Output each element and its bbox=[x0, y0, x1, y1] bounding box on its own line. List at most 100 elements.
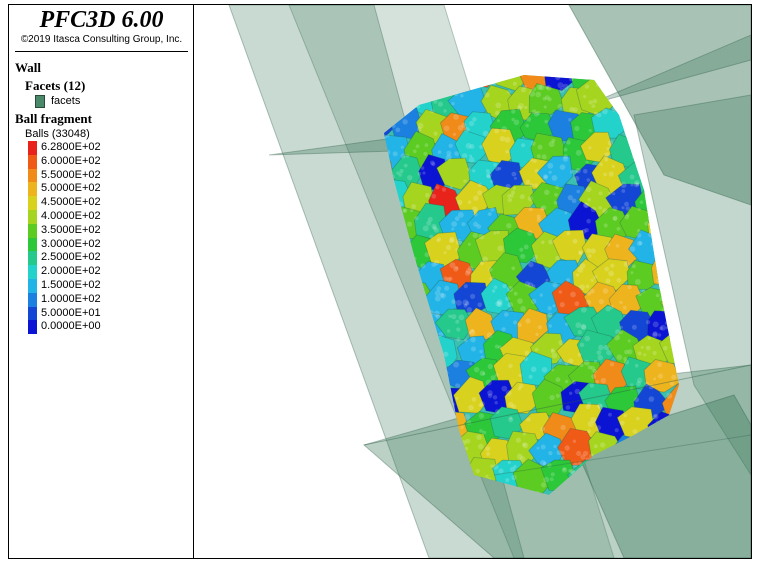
ball bbox=[451, 221, 457, 227]
ball bbox=[505, 478, 510, 483]
color-swatch bbox=[28, 292, 37, 307]
ball bbox=[603, 344, 610, 351]
ball bbox=[513, 291, 518, 296]
ball bbox=[591, 374, 596, 379]
ball bbox=[534, 111, 539, 117]
ball bbox=[570, 291, 576, 298]
ball bbox=[584, 84, 590, 89]
ball bbox=[518, 373, 522, 378]
ball bbox=[485, 379, 492, 386]
ball bbox=[557, 103, 563, 110]
ball bbox=[505, 390, 512, 396]
ball bbox=[488, 267, 493, 272]
ball bbox=[511, 266, 516, 271]
ball bbox=[643, 353, 647, 357]
ball bbox=[551, 138, 556, 143]
ball bbox=[555, 185, 560, 190]
ball bbox=[533, 159, 537, 164]
ball bbox=[596, 112, 602, 118]
facets-heading: Facets (12) bbox=[25, 78, 86, 93]
ball bbox=[479, 429, 483, 433]
ball bbox=[451, 102, 455, 106]
ball bbox=[610, 263, 615, 268]
ball bbox=[524, 350, 530, 356]
ball bbox=[486, 451, 490, 456]
ball bbox=[667, 308, 671, 313]
ball bbox=[561, 456, 565, 460]
ball bbox=[627, 285, 632, 290]
ball bbox=[671, 374, 677, 380]
ball bbox=[534, 347, 539, 352]
ball bbox=[507, 302, 514, 308]
ball bbox=[655, 293, 660, 298]
ball bbox=[579, 263, 586, 269]
ball bbox=[478, 413, 485, 419]
ball bbox=[609, 362, 615, 367]
ball bbox=[550, 472, 555, 477]
ball bbox=[492, 464, 499, 470]
ball bbox=[566, 231, 571, 236]
model-scene[interactable] bbox=[194, 5, 751, 558]
ball bbox=[511, 171, 517, 177]
ball bbox=[469, 362, 473, 366]
ball bbox=[653, 220, 658, 225]
ball bbox=[390, 482, 395, 487]
color-scale-label: 2.0000E+02 bbox=[41, 265, 101, 278]
3d-viewport[interactable] bbox=[194, 5, 751, 558]
ball bbox=[597, 404, 604, 410]
ball bbox=[530, 366, 537, 373]
ball bbox=[513, 320, 518, 325]
ball bbox=[461, 222, 466, 227]
ball bbox=[411, 204, 417, 209]
ball bbox=[463, 303, 468, 308]
ball bbox=[626, 213, 630, 217]
ball bbox=[644, 221, 649, 226]
ball bbox=[627, 339, 631, 343]
ball bbox=[517, 322, 522, 328]
ball bbox=[661, 258, 665, 262]
ball bbox=[673, 354, 678, 358]
ball bbox=[472, 169, 476, 173]
ball bbox=[469, 329, 476, 336]
ball bbox=[474, 367, 480, 373]
ball bbox=[429, 234, 434, 239]
ball bbox=[455, 299, 462, 306]
ball bbox=[528, 207, 533, 212]
ball bbox=[495, 301, 501, 307]
ball bbox=[584, 228, 589, 233]
ball bbox=[522, 432, 526, 436]
ball bbox=[661, 308, 665, 312]
ball bbox=[461, 153, 468, 159]
ball bbox=[567, 195, 573, 201]
ball bbox=[593, 444, 598, 449]
ball bbox=[574, 388, 580, 395]
ball bbox=[625, 112, 629, 117]
ball bbox=[479, 144, 484, 149]
ball bbox=[436, 286, 442, 291]
color-swatch bbox=[28, 223, 37, 238]
ball bbox=[512, 81, 517, 86]
ball bbox=[586, 248, 592, 254]
ball bbox=[549, 477, 554, 482]
ball bbox=[527, 230, 533, 236]
ball bbox=[378, 473, 383, 478]
ball bbox=[536, 154, 541, 159]
ball bbox=[630, 383, 634, 387]
ball bbox=[553, 200, 558, 205]
ball bbox=[582, 450, 589, 457]
ball bbox=[628, 123, 633, 128]
ball bbox=[400, 145, 404, 149]
ball bbox=[543, 476, 550, 483]
ball bbox=[538, 84, 545, 91]
ball bbox=[528, 261, 534, 268]
ball bbox=[494, 75, 501, 82]
ball bbox=[455, 396, 459, 400]
ball bbox=[478, 233, 485, 240]
ball bbox=[671, 326, 677, 333]
color-scale-label: 4.0000E+02 bbox=[41, 209, 101, 222]
color-scale-label: 5.5000E+02 bbox=[41, 168, 101, 181]
ball bbox=[574, 301, 580, 307]
ball bbox=[596, 425, 602, 431]
ball bbox=[598, 299, 604, 305]
ball bbox=[609, 305, 614, 310]
